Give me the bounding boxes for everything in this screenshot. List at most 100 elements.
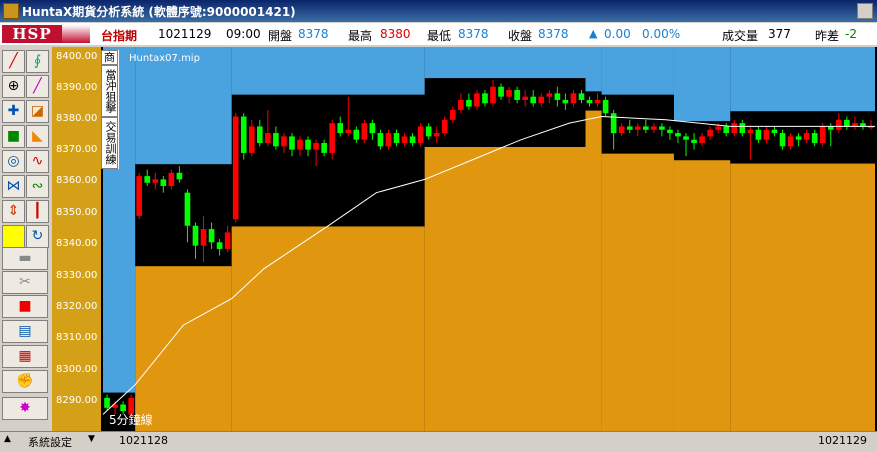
candle-up [313,143,319,150]
low-label: 最低 [427,29,452,43]
cycle-icon[interactable]: ∾ [26,175,49,198]
change-arrow-icon: ▲ [589,27,598,40]
candle-down [104,397,110,408]
high-label: 最高 [348,29,373,43]
candle-down [602,99,609,114]
candlestick-plot[interactable] [101,47,877,431]
candle-down [466,99,472,107]
y-tick: 8370.00 [56,144,98,155]
price-axis: 8400.00 8390.00 8380.00 8370.00 8360.00 … [52,47,101,431]
eraser-icon[interactable]: ◪ [26,100,49,123]
time-scrollbar[interactable]: ▲ 系統設定 ▼ 1021128 1021129 [0,431,877,452]
candle-up [385,133,392,147]
candle-up [265,133,271,143]
candle-down [795,136,802,140]
app-icon[interactable] [3,3,19,19]
candle-down [482,93,488,104]
stop-icon[interactable]: ■ [2,295,48,318]
candle-down [273,133,279,147]
prev-diff-value: -2 [845,27,857,41]
drawing-toolbar: ╱ ∮ ⊕ ╱ ✚ ◪ ■ ◣ ◎ ∿ ⋈ ∾ ⇕ ┃ ↻ ▬ ✂ ■ ▤ ▦ … [0,47,52,431]
rotate-icon[interactable]: ◎ [2,150,25,173]
candle-down [369,123,376,134]
candle-down [683,136,689,140]
gloves-icon[interactable]: ✊ [2,370,48,393]
candle-down [578,93,585,100]
candle-up [433,133,440,137]
title-bar: HuntaX期貨分析系統 (軟體序號:9000001421) [0,0,877,22]
volume-value: 377 [768,27,791,41]
yellow-square-icon[interactable] [2,225,25,248]
segment-lower-block [601,153,674,431]
candle-down [554,93,561,100]
close-label: 收盤 [508,29,533,43]
candle-up [747,129,754,134]
candle-up [248,126,255,153]
color-icon[interactable]: ◣ [26,125,49,148]
fib-icon[interactable]: ∮ [26,50,49,73]
candle-down [184,192,191,226]
candle-up [329,123,336,153]
candle-up [490,86,496,104]
candle-up [401,136,408,143]
candle-up [361,123,368,140]
wave-icon[interactable]: ∿ [26,150,49,173]
folder-icon[interactable]: ▬ [2,247,48,270]
candle-down [337,123,344,134]
symbol-label[interactable]: 台指期 [101,27,137,44]
candle-up [651,126,657,130]
segment-lower-block [231,226,425,431]
candle-down [240,116,247,153]
y-tick: 8310.00 [56,332,98,343]
candle-down [160,179,167,187]
side-button-training[interactable]: 交易訓練 [101,117,118,169]
pencil-icon[interactable]: ╱ [26,75,49,98]
zoom-icon[interactable]: ⊕ [2,75,25,98]
start-date: 1021128 [119,434,168,447]
refresh-icon[interactable]: ↻ [26,225,49,248]
volume-label: 成交量 [722,29,759,43]
candle-down [321,143,327,153]
scroll-left-arrow-icon[interactable]: ▲ [4,434,11,444]
candle-down [144,176,151,183]
scissors-icon[interactable]: ✂ [2,271,48,294]
open-value: 8378 [298,27,329,41]
segment-upper-block [424,47,586,79]
candle-down [691,139,697,143]
candle-down [530,96,537,104]
side-button-daytrade[interactable]: 當沖狙擊 [101,65,118,117]
volume-background-segments [103,47,875,431]
price-chart[interactable]: Huntax07.mip 5分鐘線 商 當沖狙擊 交易訓練 [101,47,877,431]
window-menu-icon[interactable] [857,3,873,19]
segment-lower-block [730,163,875,431]
candle-up [570,93,577,104]
candle-up [474,93,480,107]
candle-down [377,133,384,147]
end-date: 1021129 [818,434,867,447]
candle-icon[interactable]: ┃ [26,200,49,223]
candle-up [835,119,842,130]
calendar-icon[interactable]: ▦ [2,345,48,368]
side-button-merchant[interactable]: 商 [101,50,118,65]
up-down-icon[interactable]: ⇕ [2,200,25,223]
scroll-down-arrow-icon[interactable]: ▼ [88,434,95,444]
lock-icon[interactable]: ■ [2,125,25,148]
notes-icon[interactable]: ▤ [2,320,48,343]
y-tick: 8390.00 [56,82,98,93]
open-label: 開盤 [268,29,293,43]
segment-lower-block [424,147,586,431]
candle-up [224,232,231,249]
candle-down [779,133,786,147]
candle-up [803,133,810,140]
drawing-icon[interactable]: ⋈ [2,175,25,198]
candle-down [393,133,400,143]
settings-button[interactable]: 系統設定 [28,434,72,450]
crosshair-icon[interactable]: ✚ [2,100,25,123]
burst-icon[interactable]: ✸ [2,397,48,420]
trend-line-icon[interactable]: ╱ [2,50,25,73]
candle-down [562,99,569,104]
segment-upper-block [231,47,425,95]
candle-down [353,129,360,140]
candle-up [152,179,159,183]
y-tick: 8320.00 [56,301,98,312]
